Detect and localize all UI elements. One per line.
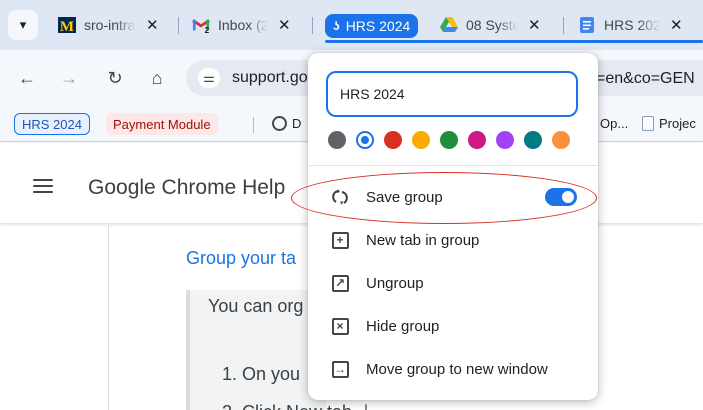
tab-group-editor: Save group + New tab in group ↗ Ungroup … xyxy=(308,53,598,400)
url-text-tail: =en&co=GEN xyxy=(596,70,695,87)
callout-text: You can org xyxy=(208,296,304,316)
tab-group-name: HRS 2024 xyxy=(345,18,411,34)
tab-group-chip[interactable]: ʖ HRS 2024 xyxy=(325,14,419,38)
close-icon[interactable]: ✕ xyxy=(278,16,291,34)
bookmark-item[interactable]: D xyxy=(272,116,301,131)
tab-group-underline xyxy=(325,40,703,43)
tab-separator xyxy=(563,17,564,34)
close-icon[interactable]: ✕ xyxy=(670,16,683,34)
home-button[interactable]: ⌂ xyxy=(144,65,170,91)
tab-title: Inbox (2 xyxy=(218,17,268,33)
step-1-text: 1. On you xyxy=(222,364,301,384)
tab-separator xyxy=(312,17,313,34)
ungroup-icon: ↗ xyxy=(330,273,350,293)
tab-sro-intra[interactable]: M sro-intra ✕ xyxy=(58,10,170,40)
svg-text:2: 2 xyxy=(205,26,210,34)
url-text: support.go xyxy=(232,69,308,86)
color-swatch[interactable] xyxy=(356,131,374,149)
reload-icon: ↻ xyxy=(107,67,123,88)
ungroup-item[interactable]: ↗ Ungroup xyxy=(308,263,598,303)
close-icon[interactable]: ✕ xyxy=(528,16,541,34)
sync-group-icon: ʖ xyxy=(333,19,340,33)
site-title[interactable]: Google Chrome Help xyxy=(88,176,285,200)
google-docs-icon xyxy=(578,16,596,34)
color-swatch[interactable] xyxy=(412,131,430,149)
group-name-input[interactable] xyxy=(326,71,578,117)
tab-strip: ▾ M sro-intra ✕ 2 Inbox (2 ✕ ʖ HRS 2024 … xyxy=(0,0,703,50)
color-swatch[interactable] xyxy=(468,131,486,149)
move-group-to-new-window-item[interactable]: → Move group to new window xyxy=(308,349,598,389)
michigan-m-icon: M xyxy=(58,16,76,34)
bookmark-item-projects[interactable]: Projec xyxy=(642,116,696,131)
content-divider xyxy=(108,225,109,410)
bookmark-payment-chip[interactable]: Payment Module xyxy=(106,113,218,135)
menu-item-label: Move group to new window xyxy=(366,360,548,378)
hide-group-icon: × xyxy=(330,316,350,336)
bookmark-item-op[interactable]: Op... xyxy=(600,116,628,131)
tab-title: HRS 202 xyxy=(604,17,660,33)
google-drive-icon xyxy=(440,16,458,34)
svg-text:M: M xyxy=(60,19,74,34)
reload-button[interactable]: ↻ xyxy=(102,65,128,91)
close-icon[interactable]: ✕ xyxy=(146,16,159,34)
menu-divider xyxy=(308,165,598,166)
globe-icon xyxy=(272,116,287,131)
tab-title: sro-intra xyxy=(84,17,136,33)
bookmark-label: Op... xyxy=(600,116,629,131)
color-swatch[interactable] xyxy=(552,131,570,149)
color-swatch[interactable] xyxy=(524,131,542,149)
site-info-icon[interactable]: ⚌ xyxy=(198,68,220,88)
tab-search-button[interactable]: ▾ xyxy=(8,10,38,40)
bookmark-divider xyxy=(253,117,254,133)
new-tab-in-group-item[interactable]: + New tab in group xyxy=(308,220,598,260)
bookmark-label: Projec xyxy=(659,116,696,131)
tab-separator xyxy=(178,17,179,34)
menu-item-label: New tab in group xyxy=(366,231,480,249)
document-icon xyxy=(642,116,654,131)
color-swatch[interactable] xyxy=(384,131,402,149)
menu-item-label: Ungroup xyxy=(366,274,424,292)
forward-button[interactable]: → xyxy=(56,65,82,91)
bookmark-group-chip[interactable]: HRS 2024 xyxy=(14,113,90,135)
tab-08-systems[interactable]: 08 Syste ✕ xyxy=(440,10,552,40)
chevron-down-icon: ▾ xyxy=(19,17,27,32)
back-arrow-icon: ← xyxy=(18,67,36,88)
forward-arrow-icon: → xyxy=(60,67,78,88)
hide-group-item[interactable]: × Hide group xyxy=(308,306,598,346)
gmail-icon: 2 xyxy=(192,16,210,34)
color-swatch[interactable] xyxy=(328,131,346,149)
new-tab-icon: + xyxy=(330,230,350,250)
tab-inbox[interactable]: 2 Inbox (2 ✕ xyxy=(192,10,304,40)
color-swatch[interactable] xyxy=(496,131,514,149)
bookmark-label: D xyxy=(292,116,302,131)
back-button[interactable]: ← xyxy=(14,65,40,91)
section-link[interactable]: Group your ta xyxy=(186,248,296,269)
menu-icon[interactable] xyxy=(33,179,53,193)
color-swatch[interactable] xyxy=(440,131,458,149)
menu-item-label: Hide group xyxy=(366,317,440,335)
tab-title: 08 Syste xyxy=(466,17,518,33)
home-icon: ⌂ xyxy=(151,67,163,88)
color-picker xyxy=(328,131,580,153)
move-window-icon: → xyxy=(330,359,350,379)
highlight-ellipse xyxy=(291,172,597,224)
tab-hrs-doc[interactable]: HRS 202 ✕ xyxy=(578,10,690,40)
